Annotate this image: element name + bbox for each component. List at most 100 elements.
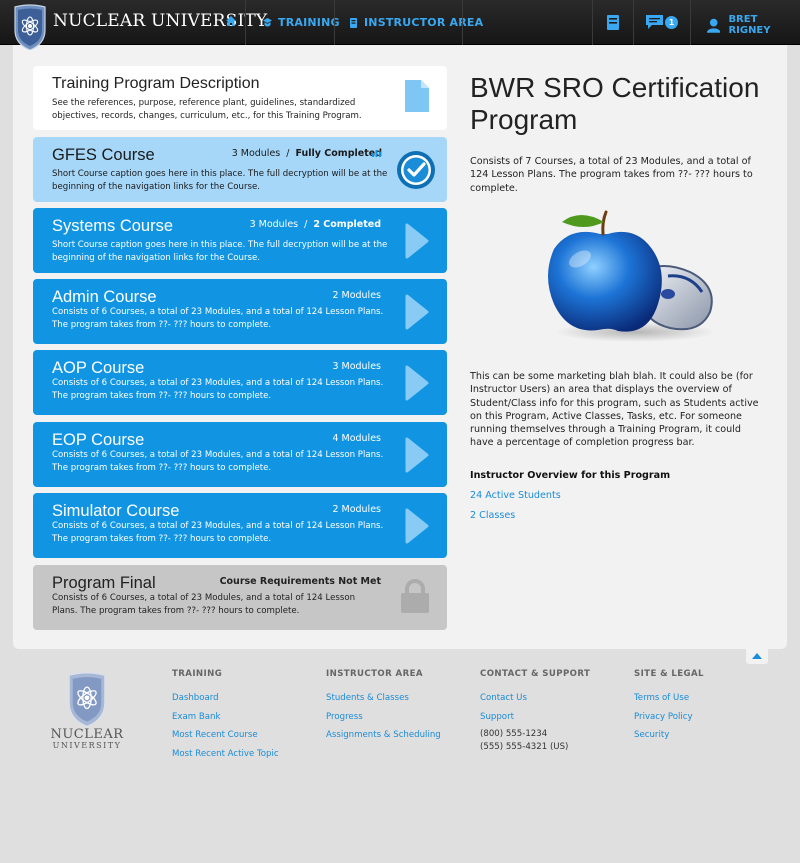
course-description: Consists of 6 Courses, a total of 23 Mod… bbox=[52, 450, 384, 473]
footer-shield-logo-icon[interactable] bbox=[68, 670, 106, 728]
final-status: Course Requirements Not Met bbox=[219, 576, 381, 587]
footer-training-column: TRAINING Dashboard Exam Bank Most Recent… bbox=[172, 669, 279, 763]
course-meta: 3 Modules / Fully Completed bbox=[232, 148, 382, 159]
classes-link[interactable]: 2 Classes bbox=[470, 510, 515, 521]
footer-legal-column: SITE & LEGAL Terms of Use Privacy Policy… bbox=[634, 669, 704, 745]
footer-link-dashboard[interactable]: Dashboard bbox=[172, 689, 279, 708]
footer-brand-line2: UNIVERSITY bbox=[52, 741, 122, 750]
arrow-right-icon bbox=[405, 294, 429, 330]
footer-link-privacy[interactable]: Privacy Policy bbox=[634, 708, 704, 727]
arrow-right-icon bbox=[405, 365, 429, 401]
module-count: 2 Modules bbox=[332, 504, 381, 515]
footer-link-recent-topic[interactable]: Most Recent Active Topic bbox=[172, 745, 279, 764]
footer-link-support[interactable]: Support bbox=[480, 708, 590, 727]
footer-link-students-classes[interactable]: Students & Classes bbox=[326, 689, 441, 708]
course-title: Systems Course bbox=[52, 217, 174, 235]
program-title: BWR SRO Certification Program bbox=[470, 72, 760, 135]
apple-mouse-image bbox=[548, 210, 715, 342]
nav-divider bbox=[592, 0, 593, 45]
meta-separator: / bbox=[304, 219, 308, 230]
nav-training-label: TRAINING bbox=[278, 16, 340, 29]
nav-divider bbox=[334, 0, 335, 45]
bookmark-icon[interactable] bbox=[607, 15, 619, 30]
course-title: Simulator Course bbox=[52, 502, 180, 520]
module-count: 4 Modules bbox=[332, 433, 381, 444]
footer-link-progress[interactable]: Progress bbox=[326, 708, 441, 727]
course-card-aop[interactable]: AOP Course 3 Modules Consists of 6 Cours… bbox=[33, 350, 447, 415]
module-count: 3 Modules bbox=[249, 219, 299, 230]
course-title: Admin Course bbox=[52, 288, 157, 306]
program-marketing-text: This can be some marketing blah blah. It… bbox=[470, 371, 759, 449]
top-navigation-bar: NUCLEAR UNIVERSITY TRAINING INSTRUCTOR A… bbox=[0, 0, 800, 45]
active-students-link[interactable]: 24 Active Students bbox=[470, 490, 561, 501]
course-card-gfes[interactable]: GFES Course 3 Modules / Fully Completed … bbox=[33, 137, 447, 202]
course-description: Short Course caption goes here in this p… bbox=[52, 169, 388, 192]
footer-link-recent-course[interactable]: Most Recent Course bbox=[172, 726, 279, 745]
course-card-admin[interactable]: Admin Course 2 Modules Consists of 6 Cou… bbox=[33, 279, 447, 344]
footer-link-security[interactable]: Security bbox=[634, 726, 704, 745]
program-summary: Consists of 7 Courses, a total of 23 Mod… bbox=[470, 156, 753, 194]
module-count: 2 Modules bbox=[332, 290, 381, 301]
user-icon bbox=[707, 18, 721, 33]
lock-icon bbox=[401, 579, 429, 613]
course-card-eop[interactable]: EOP Course 4 Modules Consists of 6 Cours… bbox=[33, 422, 447, 487]
training-icon bbox=[263, 17, 272, 26]
course-description: Consists of 6 Courses, a total of 23 Mod… bbox=[52, 307, 384, 330]
course-meta: 3 Modules / 2 Completed bbox=[250, 219, 381, 230]
course-title: AOP Course bbox=[52, 359, 145, 377]
footer-heading: INSTRUCTOR AREA bbox=[326, 669, 423, 679]
shield-logo-icon[interactable] bbox=[14, 4, 46, 50]
instructor-overview-heading: Instructor Overview for this Program bbox=[470, 470, 671, 481]
completion-status: Fully Completed bbox=[295, 148, 382, 159]
nav-divider bbox=[690, 0, 691, 45]
home-icon[interactable] bbox=[225, 15, 237, 27]
nav-divider bbox=[633, 0, 634, 45]
up-arrow-icon bbox=[752, 653, 762, 659]
footer-brand-line1: NUCLEAR bbox=[50, 727, 124, 742]
footer-contact-column: CONTACT & SUPPORT Contact Us Support (80… bbox=[480, 669, 590, 754]
instructor-icon bbox=[350, 17, 357, 28]
footer-phone-1: (800) 555-1234 bbox=[480, 729, 548, 740]
footer-heading: TRAINING bbox=[172, 669, 223, 679]
footer-link-contact-us[interactable]: Contact Us bbox=[480, 689, 590, 708]
module-count: 3 Modules bbox=[332, 361, 381, 372]
footer-link-terms[interactable]: Terms of Use bbox=[634, 689, 704, 708]
footer-instructor-column: INSTRUCTOR AREA Students & Classes Progr… bbox=[326, 669, 441, 745]
course-description: Consists of 6 Courses, a total of 23 Mod… bbox=[52, 521, 384, 544]
chat-icon[interactable] bbox=[646, 15, 663, 29]
footer-heading: CONTACT & SUPPORT bbox=[480, 669, 591, 679]
meta-separator: / bbox=[286, 148, 290, 159]
nav-instructor-label: INSTRUCTOR AREA bbox=[364, 16, 484, 29]
program-description-card[interactable]: Training Program Description See the ref… bbox=[33, 66, 447, 130]
final-description: Consists of 6 Courses, a total of 23 Mod… bbox=[52, 593, 356, 616]
arrow-right-icon bbox=[405, 223, 429, 259]
user-name: BRET RIGNEY bbox=[728, 14, 771, 36]
footer-link-exam-bank[interactable]: Exam Bank bbox=[172, 708, 279, 727]
program-final-card: Program Final Course Requirements Not Me… bbox=[33, 565, 447, 630]
course-title: GFES Course bbox=[52, 146, 155, 164]
course-card-simulator[interactable]: Simulator Course 2 Modules Consists of 6… bbox=[33, 493, 447, 558]
nav-divider bbox=[245, 0, 246, 45]
module-count: 3 Modules bbox=[231, 148, 281, 159]
nav-divider bbox=[462, 0, 463, 45]
completion-status: 2 Completed bbox=[313, 219, 381, 230]
course-description: Short Course caption goes here in this p… bbox=[52, 240, 388, 263]
card-title: Training Program Description bbox=[52, 75, 260, 92]
card-description: See the references, purpose, reference p… bbox=[52, 98, 362, 121]
final-title: Program Final bbox=[52, 574, 156, 592]
nav-training-link[interactable]: TRAINING bbox=[263, 16, 340, 29]
footer-link-assignments[interactable]: Assignments & Scheduling bbox=[326, 726, 441, 745]
message-count-badge[interactable]: 1 bbox=[665, 16, 678, 29]
document-icon bbox=[405, 80, 429, 112]
nav-instructor-link[interactable]: INSTRUCTOR AREA bbox=[349, 16, 483, 29]
arrow-right-icon bbox=[405, 437, 429, 473]
checkmark-icon bbox=[397, 151, 435, 189]
user-menu[interactable]: BRET RIGNEY bbox=[707, 14, 800, 36]
back-to-top-button[interactable] bbox=[746, 648, 768, 664]
course-card-systems[interactable]: Systems Course 3 Modules / 2 Completed S… bbox=[33, 208, 447, 273]
arrow-right-icon bbox=[405, 508, 429, 544]
footer-brand: NUCLEAR UNIVERSITY bbox=[47, 727, 127, 750]
course-title: EOP Course bbox=[52, 431, 145, 449]
footer-heading: SITE & LEGAL bbox=[634, 669, 704, 679]
bar-chart-icon[interactable] bbox=[372, 149, 381, 157]
